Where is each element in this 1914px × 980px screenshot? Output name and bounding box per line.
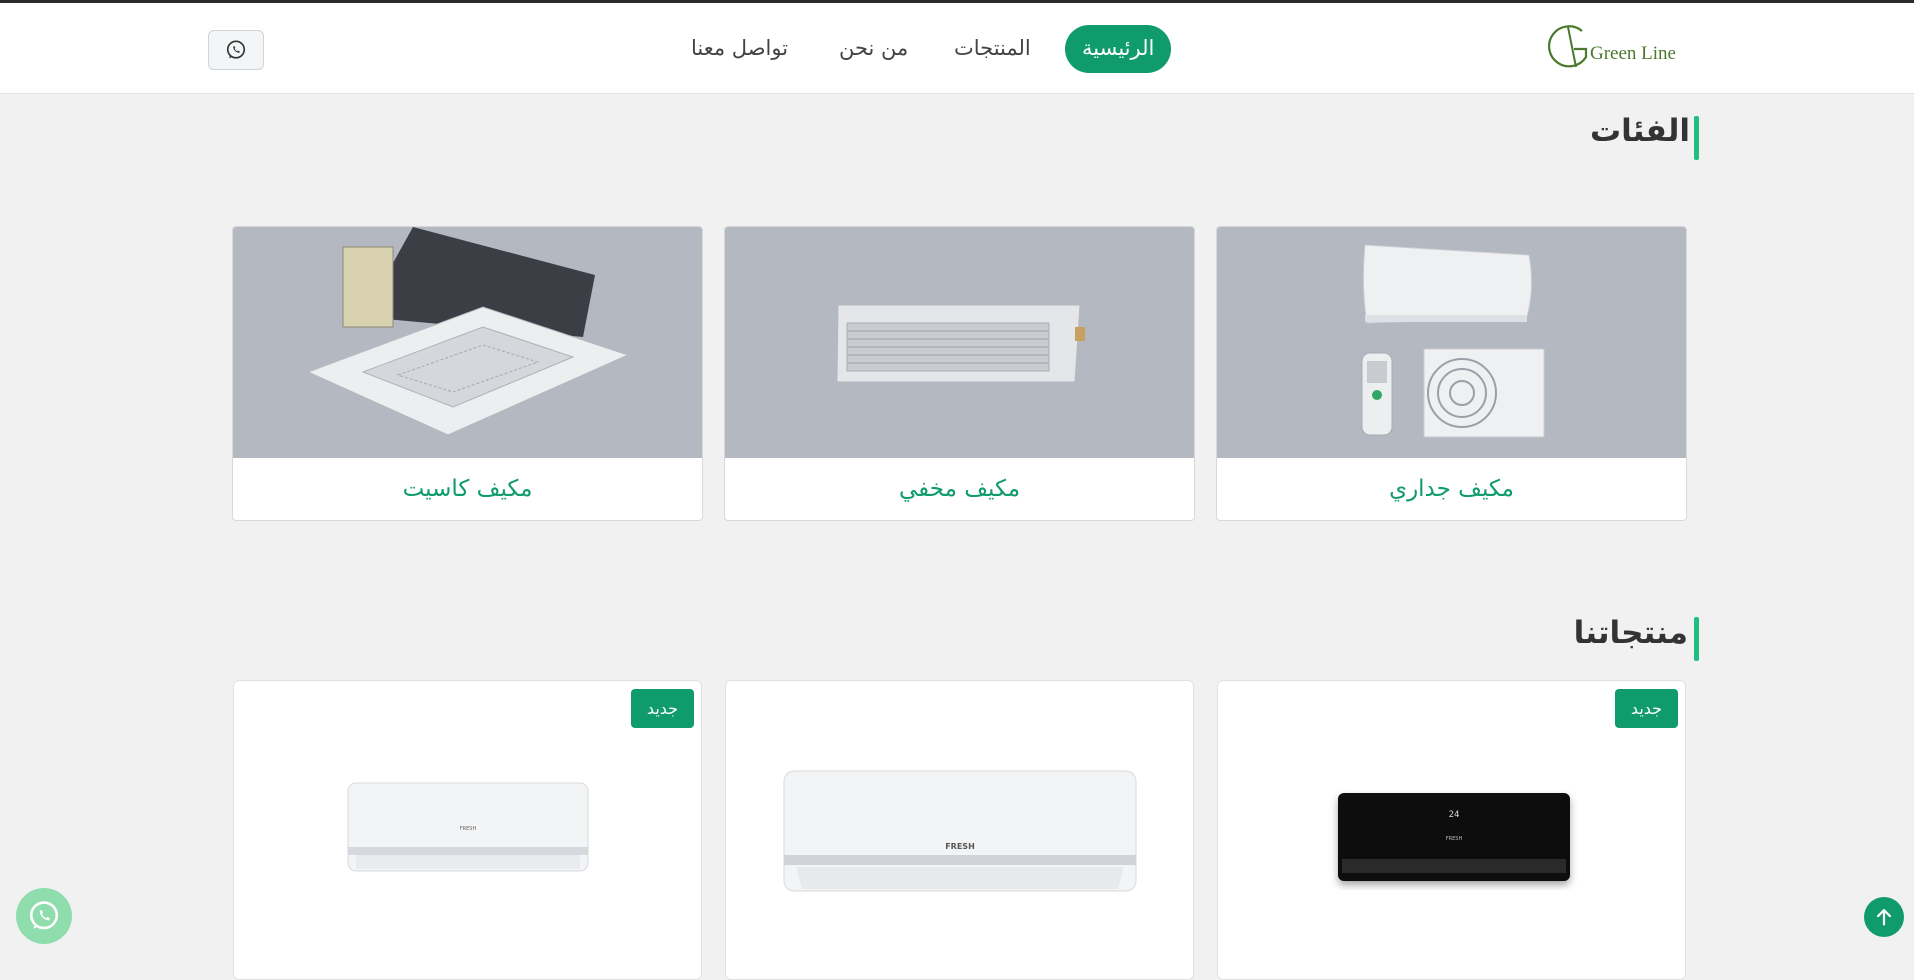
ducted-ac-image: [725, 227, 1194, 458]
back-to-top-button[interactable]: [1864, 897, 1904, 937]
black-wall-ac-image: 24 FRESH: [1218, 741, 1685, 941]
category-label: مكيف كاسيت: [402, 476, 533, 502]
new-badge: جديد: [1615, 689, 1678, 728]
brand-mark: FRESH: [1446, 836, 1463, 842]
categories-title: الفئات: [1589, 113, 1690, 149]
brand-mark: FRESH: [945, 842, 975, 851]
category-card-wall[interactable]: مكيف جداري: [1216, 226, 1687, 521]
white-wall-ac-large-image: FRESH: [726, 741, 1193, 941]
site-header: Green Line الرئيسية المنتجات من نحن تواص…: [0, 3, 1914, 94]
white-wall-ac-small-image: FRESH: [234, 741, 701, 941]
product-card[interactable]: جديد FRESH: [233, 680, 702, 980]
product-card[interactable]: FRESH: [725, 680, 1194, 980]
arrow-up-icon: [1876, 909, 1892, 926]
whatsapp-icon: [29, 901, 59, 930]
category-label: مكيف مخفي: [898, 476, 1021, 502]
brand-mark: FRESH: [460, 826, 477, 832]
whatsapp-icon: [226, 40, 246, 59]
logo[interactable]: Green Line: [1548, 23, 1683, 75]
nav-item-home[interactable]: الرئيسية: [1065, 25, 1172, 73]
whatsapp-button[interactable]: [208, 30, 264, 70]
products-title: منتجاتنا: [1573, 615, 1688, 651]
cassette-ac-image: [233, 227, 702, 458]
floating-whatsapp-button[interactable]: [16, 888, 72, 944]
section-title-accent: [1694, 617, 1699, 661]
new-badge: جديد: [631, 689, 694, 728]
nav-item-contact[interactable]: تواصل معنا: [691, 25, 788, 73]
display-readout: 24: [1449, 810, 1460, 820]
section-title-accent: [1694, 116, 1699, 160]
category-card-cassette[interactable]: مكيف كاسيت: [232, 226, 703, 521]
category-card-ducted[interactable]: مكيف مخفي: [724, 226, 1195, 521]
category-label: مكيف جداري: [1389, 476, 1514, 502]
product-card[interactable]: جديد 24 FRESH: [1217, 680, 1686, 980]
wall-split-ac-image: [1217, 227, 1686, 458]
nav-item-about[interactable]: من نحن: [839, 25, 908, 73]
nav-item-products[interactable]: المنتجات: [954, 25, 1031, 73]
logo-text: Green Line: [1590, 43, 1676, 64]
